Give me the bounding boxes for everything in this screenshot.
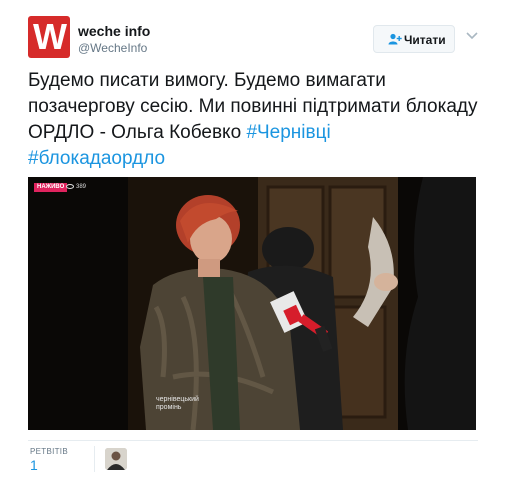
viewer-count-value: 389 — [76, 184, 87, 190]
follow-button[interactable]: Читати — [373, 25, 455, 53]
add-user-icon — [388, 33, 402, 45]
retweets-count[interactable]: 1 — [30, 457, 38, 473]
live-badge: НАЖИВО — [34, 183, 68, 192]
tweet-text: Будемо писати вимогу. Будемо вимагати по… — [28, 68, 488, 172]
follow-button-label: Читати — [404, 33, 446, 47]
account-name[interactable]: weche info — [78, 23, 150, 39]
channel-watermark: чернівецький промінь — [156, 396, 199, 411]
chevron-down-icon[interactable] — [466, 31, 478, 41]
video-frame — [28, 177, 476, 430]
viewer-count: 389 — [66, 183, 86, 192]
person-icon — [105, 448, 127, 470]
eye-icon — [66, 183, 74, 189]
hashtag-link[interactable]: #блокадаордло — [28, 148, 165, 169]
account-handle[interactable]: @WecheInfo — [78, 41, 147, 55]
stats-divider — [28, 440, 478, 441]
stats-separator — [94, 446, 95, 472]
retweets-label: РЕТВІТІВ — [30, 447, 68, 456]
hashtag-link[interactable]: #Чернівці — [246, 122, 330, 143]
video-player[interactable]: НАЖИВО 389 чернівецький промінь — [28, 177, 476, 430]
retweeter-avatar[interactable] — [105, 448, 127, 470]
tweet-header: W weche info @WecheInfo Читати — [28, 16, 488, 62]
avatar-logo-letter: W — [33, 16, 67, 57]
account-avatar[interactable]: W — [28, 16, 70, 58]
